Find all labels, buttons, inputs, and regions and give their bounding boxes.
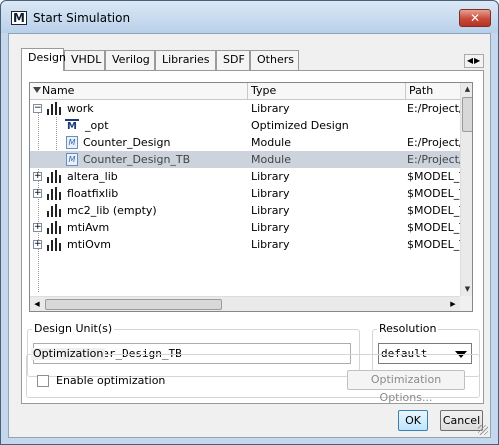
title-bar[interactable]: M Start Simulation ✕: [1, 1, 498, 33]
row-name: altera_lib: [67, 170, 118, 183]
row-name: _opt: [85, 119, 109, 132]
row-path: $MODEL_T: [407, 170, 460, 183]
table-row[interactable]: + mtiAvm Library $MODEL_T: [30, 219, 460, 236]
table-row-selected[interactable]: M Counter_Design_TB Module E:/Project/: [30, 151, 460, 168]
tab-verilog[interactable]: Verilog: [105, 50, 155, 70]
sort-arrow-icon: [33, 87, 41, 93]
library-icon: [46, 170, 62, 183]
optimization-group: Optimization Enable optimization Optimiz…: [26, 348, 480, 404]
vertical-scrollbar[interactable]: ▲ ▼: [460, 83, 472, 296]
scroll-up-icon[interactable]: ▲: [461, 83, 472, 96]
library-icon: [46, 187, 62, 200]
tab-design[interactable]: Design: [21, 48, 66, 71]
enable-optimization-label[interactable]: Enable optimization: [56, 374, 165, 387]
scroll-corner: [460, 296, 472, 311]
row-name: Counter_Design_TB: [83, 153, 191, 166]
table-row[interactable]: mc2_lib (empty) Library $MODEL_T: [30, 202, 460, 219]
row-path: E:/Project/: [407, 153, 460, 166]
collapse-icon[interactable]: −: [33, 104, 42, 113]
optimized-design-icon: M: [65, 119, 79, 132]
expand-icon[interactable]: +: [33, 223, 42, 232]
row-path: E:/Project/: [407, 102, 460, 115]
design-unit-legend: Design Unit(s): [32, 322, 115, 335]
table-row[interactable]: + floatfixlib Library $MODEL_T: [30, 185, 460, 202]
row-name: Counter_Design: [83, 136, 171, 149]
window-title: Start Simulation: [33, 11, 131, 25]
row-type: Library: [251, 187, 290, 200]
tab-scroll-arrows[interactable]: ◀▶: [464, 54, 484, 68]
row-name: mtiAvm: [67, 221, 110, 234]
tab-libraries[interactable]: Libraries: [155, 50, 216, 70]
row-path: $MODEL_T: [407, 238, 460, 251]
table-row[interactable]: + mtiOvm Library $MODEL_T: [30, 236, 460, 253]
grid-rows: − work Library E:/Project/ M _opt Optimi…: [30, 100, 460, 296]
row-type: Library: [251, 221, 290, 234]
tab-sdf[interactable]: SDF: [216, 50, 250, 70]
scroll-right-icon[interactable]: ▶: [446, 297, 460, 311]
horizontal-scroll-thumb[interactable]: [45, 299, 222, 310]
resize-grip-icon[interactable]: [478, 425, 488, 435]
library-icon: [46, 102, 62, 115]
row-name: floatfixlib: [67, 187, 119, 200]
row-path: E:/Project/: [407, 136, 460, 149]
module-icon: M: [66, 136, 78, 149]
scroll-left-icon[interactable]: ◀: [30, 297, 44, 311]
tab-others[interactable]: Others: [250, 50, 299, 70]
library-icon: [46, 238, 62, 251]
row-name: work: [67, 102, 94, 115]
vertical-scroll-thumb[interactable]: [462, 97, 472, 132]
dialog-client-area: Design VHDL Verilog Libraries SDF Others…: [8, 33, 491, 438]
optimization-options-button[interactable]: Optimization Options...: [347, 370, 465, 404]
row-type: Library: [251, 204, 290, 217]
grid-header: Name Type Path: [30, 83, 460, 100]
enable-optimization-checkbox[interactable]: [37, 375, 49, 387]
close-button[interactable]: ✕: [459, 9, 491, 27]
design-tree-grid[interactable]: Name Type Path − work Library E:/Project…: [29, 82, 473, 312]
library-icon: [46, 221, 62, 234]
table-row[interactable]: M Counter_Design Module E:/Project/: [30, 134, 460, 151]
module-icon: M: [66, 153, 78, 166]
scroll-down-icon[interactable]: ▼: [461, 283, 472, 296]
column-header-name[interactable]: Name: [30, 83, 248, 100]
row-name: mtiOvm: [67, 238, 111, 251]
row-path: $MODEL_T: [407, 221, 460, 234]
row-path: $MODEL_T: [407, 187, 460, 200]
ok-button[interactable]: OK: [398, 410, 428, 431]
column-header-type[interactable]: Type: [248, 83, 406, 100]
row-type: Library: [251, 238, 290, 251]
table-row[interactable]: M _opt Optimized Design: [30, 117, 460, 134]
tab-vhdl[interactable]: VHDL: [64, 50, 105, 70]
start-simulation-dialog: M Start Simulation ✕ Design VHDL Verilog…: [0, 0, 499, 445]
table-row[interactable]: − work Library E:/Project/: [30, 100, 460, 117]
row-type: Module: [251, 153, 291, 166]
table-row[interactable]: + altera_lib Library $MODEL_T: [30, 168, 460, 185]
library-icon: [46, 204, 62, 217]
expand-icon[interactable]: +: [33, 189, 42, 198]
row-path: [404, 117, 460, 134]
row-type: Library: [251, 102, 290, 115]
expand-icon[interactable]: +: [33, 172, 42, 181]
row-name: mc2_lib (empty): [67, 204, 157, 217]
row-type: Library: [251, 170, 290, 183]
cancel-button[interactable]: Cancel: [440, 410, 483, 431]
optimization-legend: Optimization: [31, 347, 106, 360]
resolution-legend: Resolution: [377, 322, 439, 335]
row-type: Module: [251, 136, 291, 149]
horizontal-scrollbar[interactable]: ◀ ▶: [30, 296, 460, 311]
row-type: Optimized Design: [251, 119, 349, 132]
row-path: $MODEL_T: [407, 204, 460, 217]
expand-icon[interactable]: +: [33, 240, 42, 249]
modelsim-app-icon: M: [11, 11, 27, 25]
column-header-path[interactable]: Path: [406, 83, 466, 100]
